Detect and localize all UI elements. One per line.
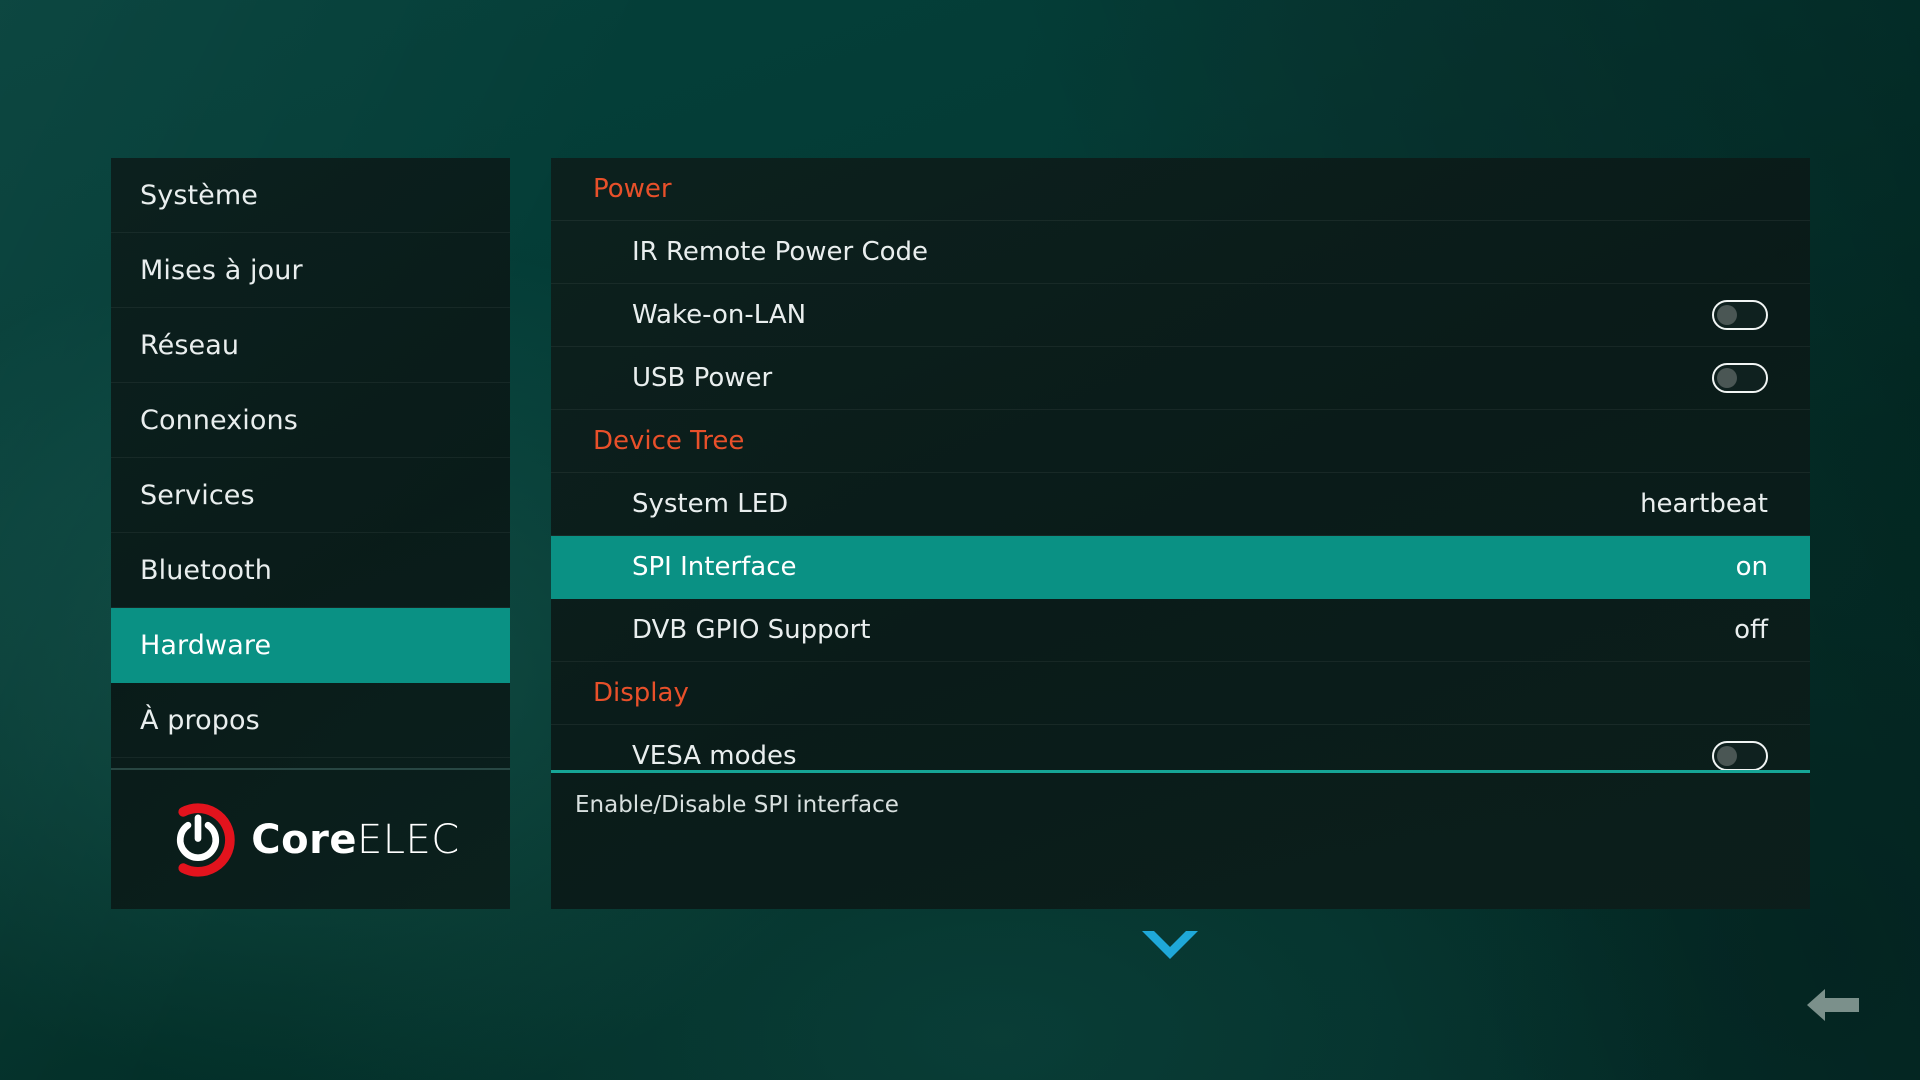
group-header-label: Display <box>593 678 689 708</box>
setting-spi-interface[interactable]: SPI Interface on <box>551 536 1810 599</box>
sidebar-item-services[interactable]: Services <box>111 458 510 533</box>
description-area: Enable/Disable SPI interface <box>551 773 1810 909</box>
settings-content-panel: Power IR Remote Power Code Wake-on-LAN USB … <box>551 158 1810 909</box>
sidebar-item-label: À propos <box>140 704 260 736</box>
setting-ir-remote-power-code[interactable]: IR Remote Power Code <box>551 221 1810 284</box>
sidebar-item-label: Services <box>140 479 255 511</box>
settings-list: Power IR Remote Power Code Wake-on-LAN USB … <box>551 158 1810 770</box>
setting-label: IR Remote Power Code <box>632 237 929 267</box>
setting-label: SPI Interface <box>632 552 797 582</box>
coreelec-power-logo-icon <box>161 803 235 877</box>
setting-label: DVB GPIO Support <box>632 615 871 645</box>
sidebar-item-connexions[interactable]: Connexions <box>111 383 510 458</box>
sidebar-item-a-propos[interactable]: À propos <box>111 683 510 758</box>
sidebar-item-systeme[interactable]: Système <box>111 158 510 233</box>
sidebar-item-label: Hardware <box>140 629 272 661</box>
coreelec-wordmark: CoreELEC <box>251 817 459 863</box>
group-header-label: Device Tree <box>593 426 745 456</box>
sidebar-item-label: Système <box>140 180 258 211</box>
setting-description-text: Enable/Disable SPI interface <box>575 792 899 818</box>
group-header-display: Display <box>551 662 1810 725</box>
setting-toggle[interactable] <box>1712 300 1768 330</box>
brand-core-text: Core <box>251 817 357 863</box>
sidebar-item-reseau[interactable]: Réseau <box>111 308 510 383</box>
setting-system-led[interactable]: System LED heartbeat <box>551 473 1810 536</box>
group-header-label: Power <box>593 174 672 204</box>
setting-toggle[interactable] <box>1712 363 1768 393</box>
setting-toggle[interactable] <box>1712 741 1768 770</box>
setting-usb-power[interactable]: USB Power <box>551 347 1810 410</box>
sidebar-item-label: Connexions <box>140 404 298 436</box>
sidebar-item-mises-a-jour[interactable]: Mises à jour <box>111 233 510 308</box>
arrow-left-icon[interactable] <box>1805 985 1861 1025</box>
setting-label: USB Power <box>632 363 773 393</box>
sidebar-menu: Système Mises à jour Réseau Connexions Servi… <box>111 158 510 758</box>
setting-value: heartbeat <box>1640 489 1768 519</box>
setting-label: Wake-on-LAN <box>632 300 807 330</box>
setting-label: System LED <box>632 489 789 519</box>
toggle-knob <box>1717 368 1737 388</box>
toggle-knob <box>1717 305 1737 325</box>
coreelec-brand: CoreELEC <box>111 771 510 909</box>
setting-label: VESA modes <box>632 741 797 770</box>
chevron-down-icon[interactable] <box>1140 925 1200 965</box>
setting-value: on <box>1735 552 1768 582</box>
sidebar-item-bluetooth[interactable]: Bluetooth <box>111 533 510 608</box>
settings-category-sidebar: Système Mises à jour Réseau Connexions Servi… <box>111 158 510 909</box>
sidebar-item-label: Mises à jour <box>140 254 303 286</box>
setting-value: off <box>1734 615 1768 645</box>
toggle-knob <box>1717 746 1737 766</box>
setting-dvb-gpio-support[interactable]: DVB GPIO Support off <box>551 599 1810 662</box>
group-header-power: Power <box>551 158 1810 221</box>
sidebar-item-label: Réseau <box>140 329 240 361</box>
sidebar-item-label: Bluetooth <box>140 554 272 586</box>
sidebar-item-hardware[interactable]: Hardware <box>111 608 510 683</box>
brand-elec-text: ELEC <box>356 817 460 863</box>
setting-vesa-modes[interactable]: VESA modes <box>551 725 1810 770</box>
sidebar-divider <box>111 768 510 770</box>
setting-wake-on-lan[interactable]: Wake-on-LAN <box>551 284 1810 347</box>
group-header-device-tree: Device Tree <box>551 410 1810 473</box>
